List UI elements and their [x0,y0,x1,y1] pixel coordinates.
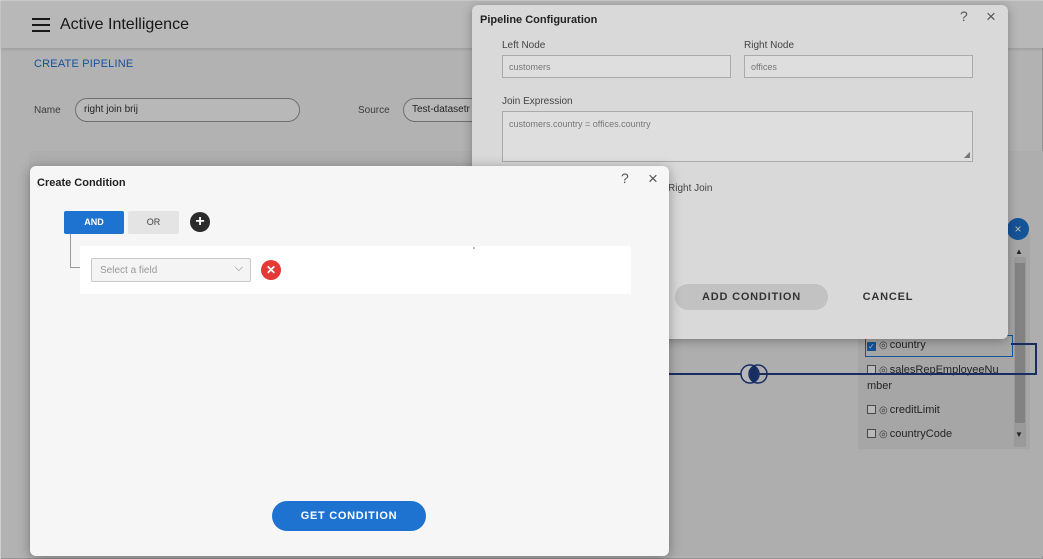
add-condition-button[interactable]: ADD CONDITION [675,284,828,310]
row-marker [473,247,475,249]
right-node-label: Right Node [744,40,795,51]
join-expression-value: customers.country = offices.country [509,119,651,129]
cancel-button[interactable]: CANCEL [852,284,924,310]
field-select[interactable]: Select a field ⌵ [91,258,251,282]
condition-dialog-title: Create Condition [37,177,126,189]
close-icon[interactable]: × [986,7,996,27]
join-expression-textarea[interactable]: customers.country = offices.country ◢ [502,111,973,162]
create-condition-dialog: Create Condition ? × AND OR + Select a f… [30,166,669,556]
chevron-down-icon: ⌵ [234,262,243,274]
field-select-placeholder: Select a field [100,265,158,276]
left-node-label: Left Node [502,40,546,51]
close-icon[interactable]: × [648,169,658,189]
remove-rule-icon[interactable]: ✕ [261,260,281,280]
get-condition-button[interactable]: GET CONDITION [272,501,426,531]
pipeline-dialog-title: Pipeline Configuration [480,14,598,26]
help-icon[interactable]: ? [621,170,629,186]
and-button[interactable]: AND [64,211,124,234]
app-window: Active Intelligence CREATE PIPELINE Name… [0,0,1043,559]
join-expression-label: Join Expression [502,96,573,107]
tree-connector [70,234,71,268]
join-type-text: Right Join [668,183,713,194]
right-node-input[interactable]: offices [744,55,973,78]
or-button[interactable]: OR [128,211,179,234]
left-node-input[interactable]: customers [502,55,731,78]
resize-grip-icon[interactable]: ◢ [964,150,970,159]
help-icon[interactable]: ? [960,8,968,24]
add-rule-icon[interactable]: + [190,212,210,232]
